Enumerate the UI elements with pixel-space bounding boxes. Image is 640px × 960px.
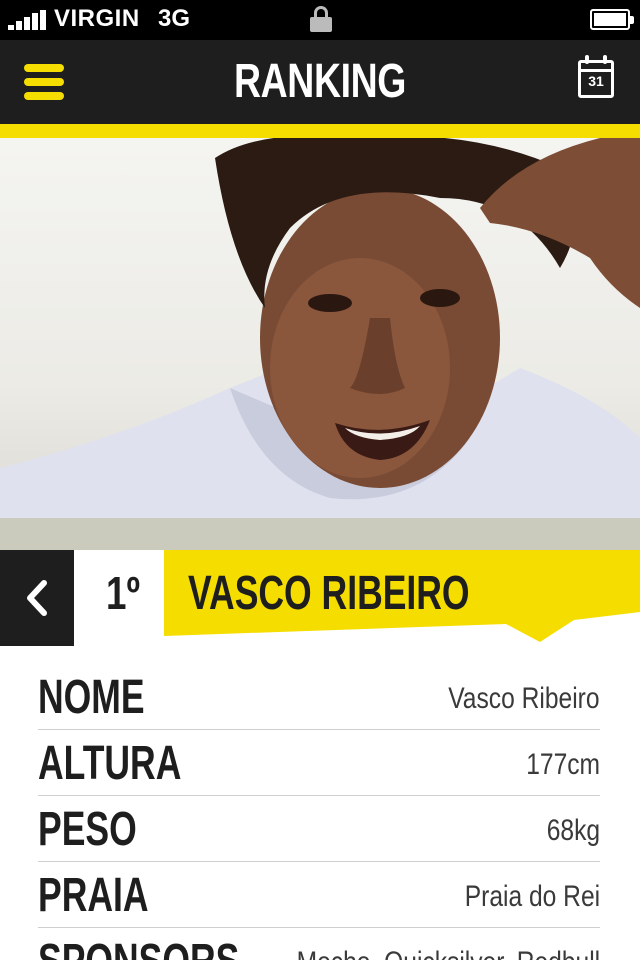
detail-label: PESO [38, 803, 137, 856]
detail-value: Praia do Rei [464, 880, 600, 913]
rank-badge: 1º [74, 550, 164, 640]
menu-icon[interactable] [24, 62, 64, 102]
athlete-name: VASCO RIBEIRO [188, 567, 470, 620]
detail-row-nome: NOME Vasco Ribeiro [38, 664, 600, 730]
calendar-icon[interactable]: 31 [578, 55, 614, 98]
detail-value: Mocho, Quicksilver, Redbull [296, 946, 600, 960]
battery-icon [590, 9, 634, 30]
status-bar: VIRGIN 3G [0, 0, 640, 40]
detail-label: SPONSORS [38, 934, 239, 960]
detail-label: ALTURA [38, 737, 182, 790]
detail-row-altura: ALTURA 177cm [38, 730, 600, 796]
athlete-photo [0, 138, 640, 550]
back-button[interactable] [0, 550, 74, 646]
accent-divider [0, 124, 640, 138]
detail-value: 177cm [526, 748, 600, 781]
detail-row-peso: PESO 68kg [38, 796, 600, 862]
lock-icon [310, 6, 332, 32]
detail-row-praia: PRAIA Praia do Rei [38, 862, 600, 928]
detail-label: NOME [38, 671, 145, 724]
page-title: RANKING [234, 55, 406, 108]
detail-value: 68kg [546, 814, 600, 847]
athlete-name-banner: VASCO RIBEIRO [164, 550, 640, 646]
calendar-day: 31 [588, 73, 604, 89]
chevron-left-icon [27, 580, 47, 616]
rank-value: 1º [106, 567, 140, 619]
nav-bar: RANKING 31 [0, 40, 640, 124]
detail-value: Vasco Ribeiro [448, 682, 600, 715]
detail-label: PRAIA [38, 869, 149, 922]
athlete-details: NOME Vasco Ribeiro ALTURA 177cm PESO 68k… [38, 664, 600, 960]
detail-row-sponsors: SPONSORS Mocho, Quicksilver, Redbull [38, 928, 600, 960]
carrier-name: VIRGIN [54, 5, 140, 32]
signal-icon [8, 10, 48, 30]
network-type: 3G [158, 5, 191, 32]
